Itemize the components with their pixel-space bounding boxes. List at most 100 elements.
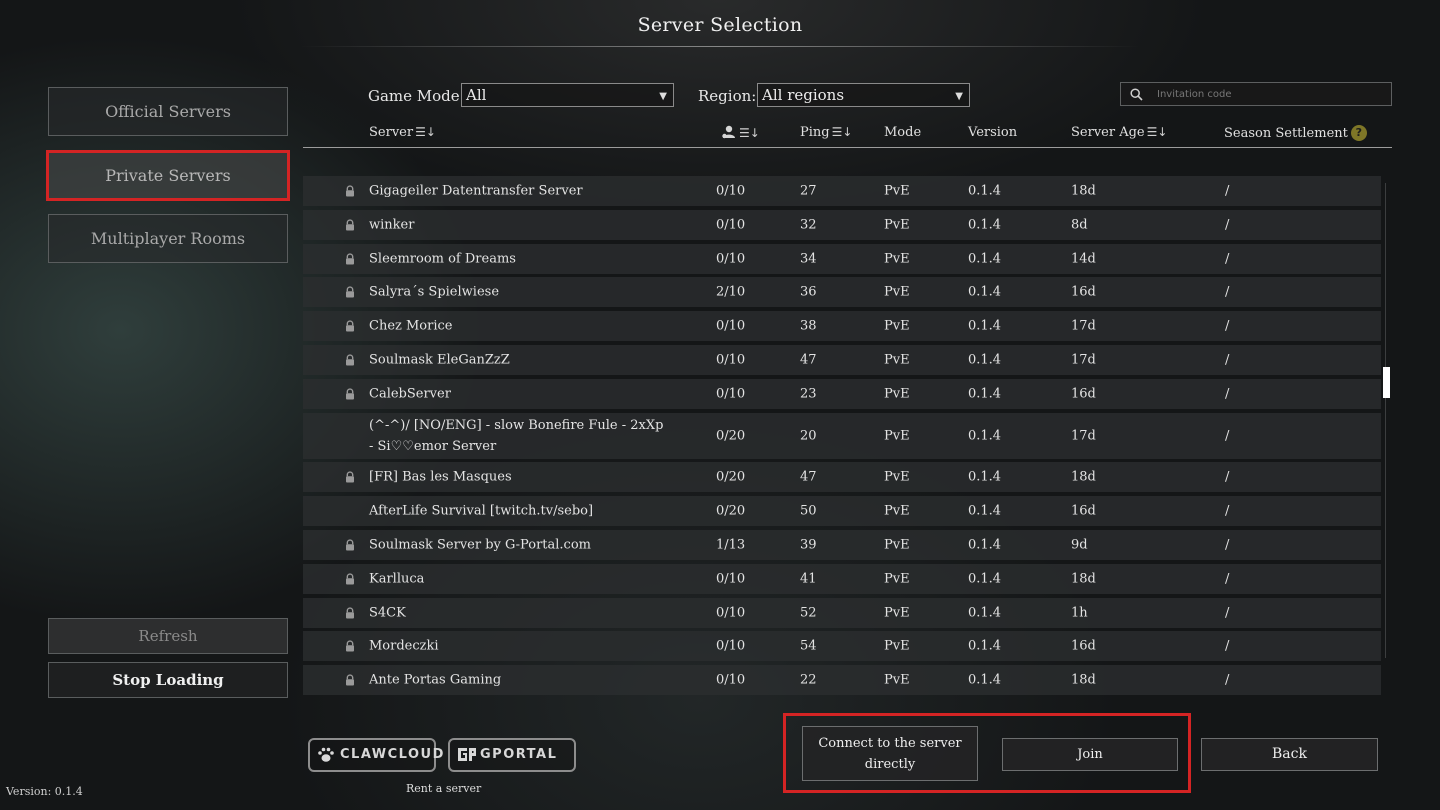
season-settlement: /	[1225, 428, 1230, 444]
lock-icon	[344, 354, 356, 366]
server-name: Soulmask EleGanZzZ	[369, 352, 510, 368]
season-settlement: /	[1225, 503, 1230, 519]
column-header-players[interactable]: ☰↓	[721, 125, 760, 141]
column-header-mode: Mode	[884, 125, 922, 140]
ping-value: 32	[800, 217, 817, 233]
ping-value: 50	[800, 503, 817, 519]
player-count: 0/20	[716, 428, 746, 444]
server-list: Gigageiler Datentransfer Server 0/10 27 PvE…	[303, 176, 1381, 699]
game-mode: PvE	[884, 217, 910, 233]
scrollbar-track[interactable]	[1385, 183, 1386, 658]
server-name: S4CK	[369, 605, 406, 621]
server-row[interactable]: Mordeczki 0/10 54 PvE 0.1.4 16d /	[303, 631, 1381, 662]
server-version: 0.1.4	[968, 318, 1002, 334]
gportal-partner-button[interactable]: GPORTAL	[448, 738, 576, 772]
tab-multiplayer-rooms[interactable]: Multiplayer Rooms	[48, 214, 288, 263]
sort-icon: ☰↓	[831, 125, 853, 139]
sort-icon: ☰↓	[739, 126, 760, 140]
player-count: 2/10	[716, 284, 746, 300]
tab-private-servers[interactable]: Private Servers	[46, 150, 290, 201]
player-count: 1/13	[716, 537, 746, 553]
game-mode-label: Game Mode	[368, 87, 460, 105]
back-button[interactable]: Back	[1201, 738, 1378, 771]
server-name: CalebServer	[369, 386, 451, 402]
player-count: 0/10	[716, 638, 746, 654]
server-age: 18d	[1071, 672, 1096, 688]
ping-value: 23	[800, 386, 817, 402]
server-row[interactable]: Karlluca 0/10 41 PvE 0.1.4 18d /	[303, 563, 1381, 594]
invitation-code-input[interactable]	[1157, 85, 1387, 103]
server-version: 0.1.4	[968, 503, 1002, 519]
server-age: 18d	[1071, 183, 1096, 199]
season-settlement: /	[1225, 537, 1230, 553]
season-settlement: /	[1225, 318, 1230, 334]
server-row[interactable]: Chez Morice 0/10 38 PvE 0.1.4 17d /	[303, 311, 1381, 342]
server-name: Sleemroom of Dreams	[369, 251, 516, 267]
lock-icon	[344, 185, 356, 197]
season-settlement: /	[1225, 571, 1230, 587]
game-mode: PvE	[884, 352, 910, 368]
lock-icon	[344, 471, 356, 483]
server-age: 17d	[1071, 352, 1096, 368]
server-age: 18d	[1071, 469, 1096, 485]
help-icon[interactable]: ?	[1350, 125, 1367, 141]
server-name: Salyra´s Spielwiese	[369, 284, 500, 300]
column-header-label: Server	[369, 125, 414, 140]
title-divider	[300, 46, 1140, 47]
server-row[interactable]: Ante Portas Gaming 0/10 22 PvE 0.1.4 18d /	[303, 665, 1381, 696]
season-settlement: /	[1225, 638, 1230, 654]
column-header-ping[interactable]: Ping ☰↓	[800, 125, 852, 140]
server-version: 0.1.4	[968, 386, 1002, 402]
season-settlement: /	[1225, 605, 1230, 621]
server-version: 0.1.4	[968, 605, 1002, 621]
game-mode: PvE	[884, 469, 910, 485]
server-row[interactable]: S4CK 0/10 52 PvE 0.1.4 1h /	[303, 597, 1381, 628]
lock-icon	[344, 539, 356, 551]
server-version: 0.1.4	[968, 537, 1002, 553]
join-button[interactable]: Join	[1002, 738, 1178, 771]
game-mode: PvE	[884, 638, 910, 654]
lock-icon	[344, 320, 356, 332]
ping-value: 34	[800, 251, 817, 267]
ping-value: 54	[800, 638, 817, 654]
clawcloud-label: CLAWCLOUD	[340, 747, 445, 762]
server-row[interactable]: Salyra´s Spielwiese 2/10 36 PvE 0.1.4 16d /	[303, 277, 1381, 308]
region-select[interactable]: All regions ▼	[757, 83, 970, 107]
ping-value: 20	[800, 428, 817, 444]
server-name: Karlluca	[369, 571, 425, 587]
server-version: 0.1.4	[968, 217, 1002, 233]
tab-official-servers[interactable]: Official Servers	[48, 87, 288, 136]
stop-loading-button[interactable]: Stop Loading	[48, 662, 288, 698]
gportal-logo-icon	[458, 748, 476, 761]
server-row[interactable]: Gigageiler Datentransfer Server 0/10 27 PvE…	[303, 176, 1381, 206]
refresh-button[interactable]: Refresh	[48, 618, 288, 654]
server-name: [FR] Bas les Masques	[369, 469, 512, 485]
region-value: All regions	[762, 86, 845, 104]
season-settlement: /	[1225, 352, 1230, 368]
page-title: Server Selection	[637, 14, 803, 36]
invitation-code-field[interactable]	[1120, 82, 1392, 106]
game-mode: PvE	[884, 428, 910, 444]
column-header-server-age[interactable]: Server Age ☰↓	[1071, 125, 1167, 140]
ping-value: 52	[800, 605, 817, 621]
clawcloud-partner-button[interactable]: CLAWCLOUD	[308, 738, 443, 772]
version-label: Version: 0.1.4	[6, 785, 83, 798]
column-header-server[interactable]: Server ☰↓	[369, 125, 436, 140]
server-row[interactable]: CalebServer 0/10 23 PvE 0.1.4 16d /	[303, 378, 1381, 409]
server-version: 0.1.4	[968, 638, 1002, 654]
server-row[interactable]: winker 0/10 32 PvE 0.1.4 8d /	[303, 209, 1381, 240]
server-row[interactable]: AfterLife Survival [twitch.tv/sebo] 0/20 5…	[303, 496, 1381, 527]
connect-directly-button[interactable]: Connect to the server directly	[802, 726, 978, 781]
season-settlement: /	[1225, 284, 1230, 300]
server-row[interactable]: Soulmask Server by G-Portal.com 1/13 39 PvE…	[303, 529, 1381, 560]
column-header-label: Season Settlement	[1224, 126, 1348, 141]
server-row[interactable]: Sleemroom of Dreams 0/10 34 PvE 0.1.4 14d /	[303, 243, 1381, 274]
server-row[interactable]: (^-^)/ [NO/ENG] - slow Bonefire Fule - 2…	[303, 412, 1381, 459]
scrollbar-thumb[interactable]	[1383, 367, 1390, 398]
server-row[interactable]: [FR] Bas les Masques 0/20 47 PvE 0.1.4 18d /	[303, 462, 1381, 493]
server-row[interactable]: Soulmask EleGanZzZ 0/10 47 PvE 0.1.4 17d /	[303, 344, 1381, 375]
server-version: 0.1.4	[968, 352, 1002, 368]
lock-icon	[344, 219, 356, 231]
game-mode-select[interactable]: All ▼	[461, 83, 674, 107]
player-count: 0/10	[716, 571, 746, 587]
